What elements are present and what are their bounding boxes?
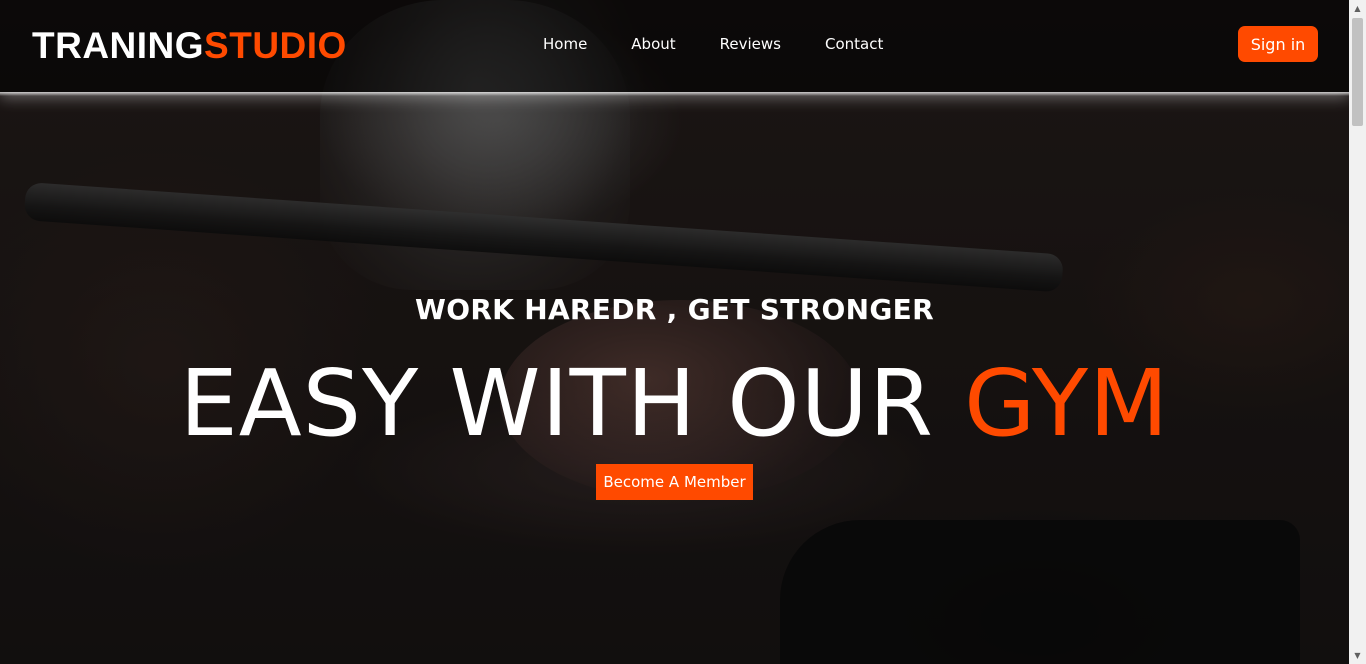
scroll-thumb[interactable] <box>1352 18 1363 126</box>
main-nav: Home About Reviews Contact <box>543 33 927 55</box>
site-header: TRANINGSTUDIO Home About Reviews Contact… <box>0 0 1349 96</box>
hero-overlay <box>0 0 1366 664</box>
nav-link-home[interactable]: Home <box>543 33 587 55</box>
headline-accent-text: GYM <box>964 350 1170 457</box>
nav-link-reviews[interactable]: Reviews <box>720 33 781 55</box>
hero-headline: EASY WITH OUR GYM <box>0 350 1349 458</box>
headline-main-text: EASY WITH OUR <box>179 350 965 457</box>
become-member-button[interactable]: Become A Member <box>596 464 753 500</box>
nav-link-contact[interactable]: Contact <box>825 33 883 55</box>
logo-main-text: TRANING <box>32 25 205 66</box>
logo-accent-text: STUDIO <box>204 25 347 66</box>
page: TRANINGSTUDIO Home About Reviews Contact… <box>0 0 1366 664</box>
hero-subtitle: WORK HAREDR , GET STRONGER <box>415 293 934 326</box>
sign-in-button[interactable]: Sign in <box>1238 26 1318 62</box>
scroll-down-icon[interactable]: ▼ <box>1349 647 1366 664</box>
scroll-up-icon[interactable]: ▲ <box>1349 0 1366 17</box>
nav-link-about[interactable]: About <box>631 33 675 55</box>
page-scrollbar[interactable]: ▲ ▼ <box>1349 0 1366 664</box>
site-logo[interactable]: TRANINGSTUDIO <box>32 24 347 68</box>
